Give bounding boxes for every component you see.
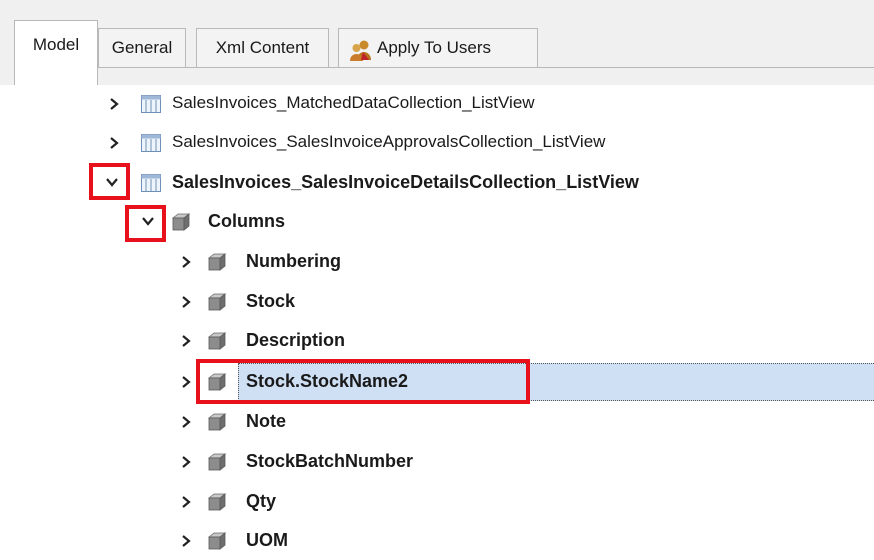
chevron-right-icon[interactable] bbox=[180, 334, 192, 348]
gray-cube-icon bbox=[206, 412, 228, 432]
gray-cube-icon bbox=[206, 492, 228, 512]
tree-row-column-qty[interactable]: Qty bbox=[0, 483, 874, 521]
tree-item-label: Stock.StockName2 bbox=[246, 371, 409, 391]
tree-row-column-stock[interactable]: Stock bbox=[0, 283, 874, 321]
chevron-right-icon[interactable] bbox=[180, 495, 192, 509]
tree-row-column-stock-stockname2[interactable]: Stock.StockName2 bbox=[0, 363, 874, 401]
tree-row-column-description[interactable]: Description bbox=[0, 322, 874, 360]
tab-apply-to-users-label: Apply To Users bbox=[377, 38, 492, 57]
users-icon bbox=[349, 37, 373, 61]
chevron-right-icon[interactable] bbox=[180, 415, 192, 429]
tree-item-label: Qty bbox=[246, 491, 277, 511]
tree-row-column-stockbatchnumber[interactable]: StockBatchNumber bbox=[0, 443, 874, 481]
tab-apply-to-users[interactable]: Apply To Users bbox=[338, 28, 538, 67]
chevron-right-icon[interactable] bbox=[180, 255, 192, 269]
gray-cube-icon bbox=[206, 452, 228, 472]
gray-cube-icon bbox=[206, 531, 228, 551]
tree-item-label: UOM bbox=[246, 530, 288, 550]
chevron-down-icon[interactable] bbox=[105, 176, 119, 190]
model-tree: SalesInvoices_MatchedDataCollection_List… bbox=[0, 85, 874, 559]
tab-model-label: Model bbox=[32, 35, 80, 54]
tab-general[interactable]: General bbox=[98, 28, 186, 67]
tab-xml-content-label: Xml Content bbox=[215, 38, 310, 57]
chevron-right-icon[interactable] bbox=[180, 295, 192, 309]
gray-cube-icon bbox=[206, 292, 228, 312]
tree-item-label: Stock bbox=[246, 291, 296, 311]
chevron-right-icon[interactable] bbox=[180, 375, 192, 389]
tab-model[interactable]: Model bbox=[14, 20, 98, 85]
tab-bar: Model General Xml Content Apply To Users bbox=[0, 0, 874, 85]
tree-row-column-note[interactable]: Note bbox=[0, 403, 874, 441]
tab-strip-border bbox=[98, 67, 874, 68]
tree-item-label: StockBatchNumber bbox=[246, 451, 414, 471]
gray-cube-icon bbox=[206, 372, 228, 392]
tab-general-label: General bbox=[111, 38, 173, 57]
tree-row-listview-approvals[interactable]: SalesInvoices_SalesInvoiceApprovalsColle… bbox=[0, 124, 874, 162]
tree-row-column-uom[interactable]: UOM bbox=[0, 522, 874, 560]
chevron-right-icon[interactable] bbox=[180, 455, 192, 469]
tree-row-columns[interactable]: Columns bbox=[0, 203, 874, 241]
listview-table-icon bbox=[140, 133, 162, 153]
listview-table-icon bbox=[140, 94, 162, 114]
tree-item-label: SalesInvoices_SalesInvoiceApprovalsColle… bbox=[172, 132, 606, 151]
chevron-right-icon[interactable] bbox=[180, 534, 192, 548]
tree-item-label: Note bbox=[246, 411, 286, 431]
chevron-down-icon[interactable] bbox=[141, 215, 155, 229]
gray-cube-icon bbox=[170, 212, 192, 232]
tree-item-label: Columns bbox=[208, 211, 286, 231]
tree-item-label: Numbering bbox=[246, 251, 342, 271]
gray-cube-icon bbox=[206, 331, 228, 351]
tree-row-column-numbering[interactable]: Numbering bbox=[0, 243, 874, 281]
tree-item-label: SalesInvoices_SalesInvoiceDetailsCollect… bbox=[172, 172, 639, 192]
chevron-right-icon[interactable] bbox=[108, 97, 120, 111]
gray-cube-icon bbox=[206, 252, 228, 272]
tree-item-label: SalesInvoices_MatchedDataCollection_List… bbox=[172, 93, 535, 112]
tree-item-label: Description bbox=[246, 330, 346, 350]
tree-row-listview-details[interactable]: SalesInvoices_SalesInvoiceDetailsCollect… bbox=[0, 164, 874, 202]
tab-xml-content[interactable]: Xml Content bbox=[196, 28, 329, 67]
listview-table-icon bbox=[140, 173, 162, 193]
chevron-right-icon[interactable] bbox=[108, 136, 120, 150]
tree-row-listview-matched[interactable]: SalesInvoices_MatchedDataCollection_List… bbox=[0, 85, 874, 123]
